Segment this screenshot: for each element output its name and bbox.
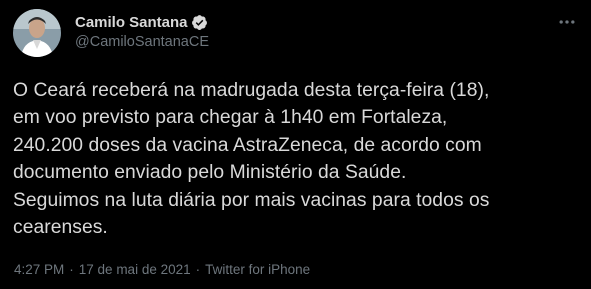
author-handle[interactable]: @CamiloSantanaCE (75, 34, 209, 50)
tweet-source[interactable]: Twitter for iPhone (205, 262, 310, 277)
meta-separator: · (69, 262, 74, 277)
author-avatar[interactable] (13, 9, 61, 57)
author-name-row: Camilo Santana (75, 12, 209, 32)
more-options-icon (559, 20, 575, 24)
tweet-card: Camilo Santana @CamiloSantanaCE O Ceará … (0, 0, 591, 289)
tweet-text: O Ceará receberá na madrugada desta terç… (13, 80, 490, 239)
tweet-metadata: 4:27 PM · 17 de mai de 2021 · Twitter fo… (14, 262, 310, 277)
more-options-button[interactable] (555, 10, 579, 34)
author-display-name[interactable]: Camilo Santana (75, 14, 188, 31)
meta-separator: · (195, 262, 201, 277)
verified-badge-icon (191, 14, 208, 31)
tweet-time[interactable]: 4:27 PM (14, 262, 64, 277)
tweet-date[interactable]: 17 de mai de 2021 (79, 262, 191, 277)
avatar-photo-icon (13, 9, 61, 57)
author-info: Camilo Santana @CamiloSantanaCE (75, 12, 209, 51)
